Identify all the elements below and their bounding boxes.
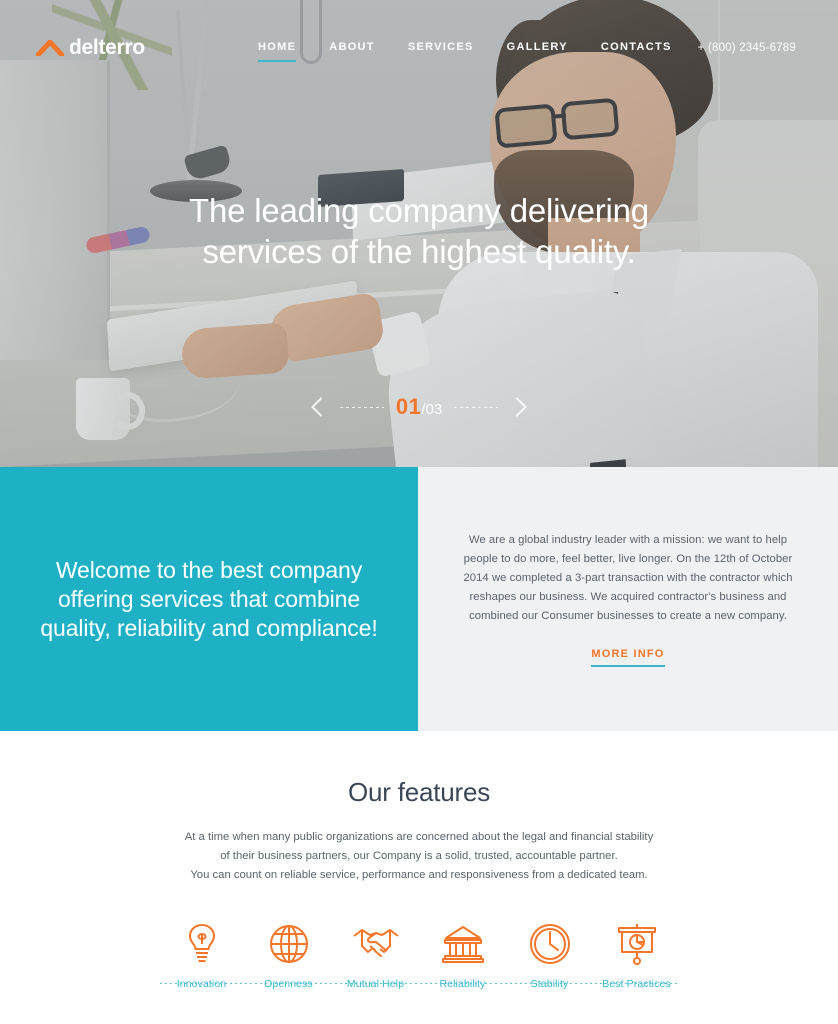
more-info-link[interactable]: MORE INFO xyxy=(591,648,665,667)
nav-item-contacts[interactable]: CONTACTS xyxy=(601,41,672,62)
feature-label-innovation: Innovation xyxy=(176,978,227,990)
hero-heading: The leading company delivering services … xyxy=(189,192,649,270)
chevron-left-icon[interactable] xyxy=(310,397,331,417)
hero-slider-controls: 01 /03 xyxy=(0,392,838,422)
features-description-line-3: You can count on reliable service, perfo… xyxy=(190,869,648,881)
globe-icon xyxy=(268,921,310,967)
slide-current: 01 xyxy=(395,394,422,419)
chevron-right-icon[interactable] xyxy=(507,397,528,417)
nav-item-home[interactable]: HOME xyxy=(258,41,297,62)
features-list: Innovation Openness Mutual Help Reliabil… xyxy=(0,921,838,990)
handshake-icon xyxy=(352,921,400,967)
feature-label-reliability: Reliability xyxy=(439,978,486,990)
logo-text: delterro xyxy=(69,36,145,59)
feature-label-best-practices: Best Practices xyxy=(602,978,671,990)
feature-item-best-practices[interactable]: Best Practices xyxy=(593,921,680,990)
site-header: delterro HOME ABOUT SERVICES GALLERY CON… xyxy=(0,0,838,96)
nav-item-gallery[interactable]: GALLERY xyxy=(507,41,568,62)
section-divider xyxy=(160,983,678,984)
welcome-text-panel: We are a global industry leader with a m… xyxy=(418,467,838,731)
header-phone-number[interactable]: + (800) 2345-6789 xyxy=(698,42,796,54)
hero-section: delterro HOME ABOUT SERVICES GALLERY CON… xyxy=(0,0,838,467)
feature-item-openness[interactable]: Openness xyxy=(245,921,332,990)
feature-item-mutual-help[interactable]: Mutual Help xyxy=(332,921,419,990)
feature-label-stability: Stability xyxy=(530,978,569,990)
presentation-chart-icon xyxy=(616,921,658,967)
slide-counter: 01 /03 xyxy=(396,394,442,420)
site-logo[interactable]: delterro xyxy=(34,36,145,60)
feature-item-innovation[interactable]: Innovation xyxy=(158,921,245,990)
lightbulb-icon xyxy=(182,921,222,967)
nav-item-about[interactable]: ABOUT xyxy=(329,41,375,62)
clock-icon xyxy=(529,921,571,967)
landing-page: delterro HOME ABOUT SERVICES GALLERY CON… xyxy=(0,0,838,1024)
slide-total: /03 xyxy=(421,401,443,418)
welcome-headline-panel: Welcome to the best company offering ser… xyxy=(0,467,418,731)
welcome-heading: Welcome to the best company offering ser… xyxy=(40,556,378,641)
feature-item-reliability[interactable]: Reliability xyxy=(419,921,506,990)
features-section: Our features At a time when many public … xyxy=(0,731,838,1024)
features-description-line-1: At a time when many public organizations… xyxy=(184,831,654,843)
welcome-paragraph: We are a global industry leader with a m… xyxy=(463,534,793,622)
features-description-line-2: of their business partners, our Company … xyxy=(220,850,618,862)
nav-item-services[interactable]: SERVICES xyxy=(408,41,474,62)
chevron-up-mark-icon xyxy=(34,38,66,59)
feature-label-mutual-help: Mutual Help xyxy=(346,978,405,990)
welcome-section: Welcome to the best company offering ser… xyxy=(0,467,838,731)
feature-label-openness: Openness xyxy=(264,978,313,990)
slider-dash-right xyxy=(454,406,499,408)
feature-item-stability[interactable]: Stability xyxy=(506,921,593,990)
features-description: At a time when many public organizations… xyxy=(0,828,838,885)
bank-building-icon xyxy=(441,921,484,967)
features-title: Our features xyxy=(347,777,491,807)
main-navigation: HOME ABOUT SERVICES GALLERY CONTACTS xyxy=(258,41,672,62)
slider-dash-left xyxy=(339,406,384,408)
